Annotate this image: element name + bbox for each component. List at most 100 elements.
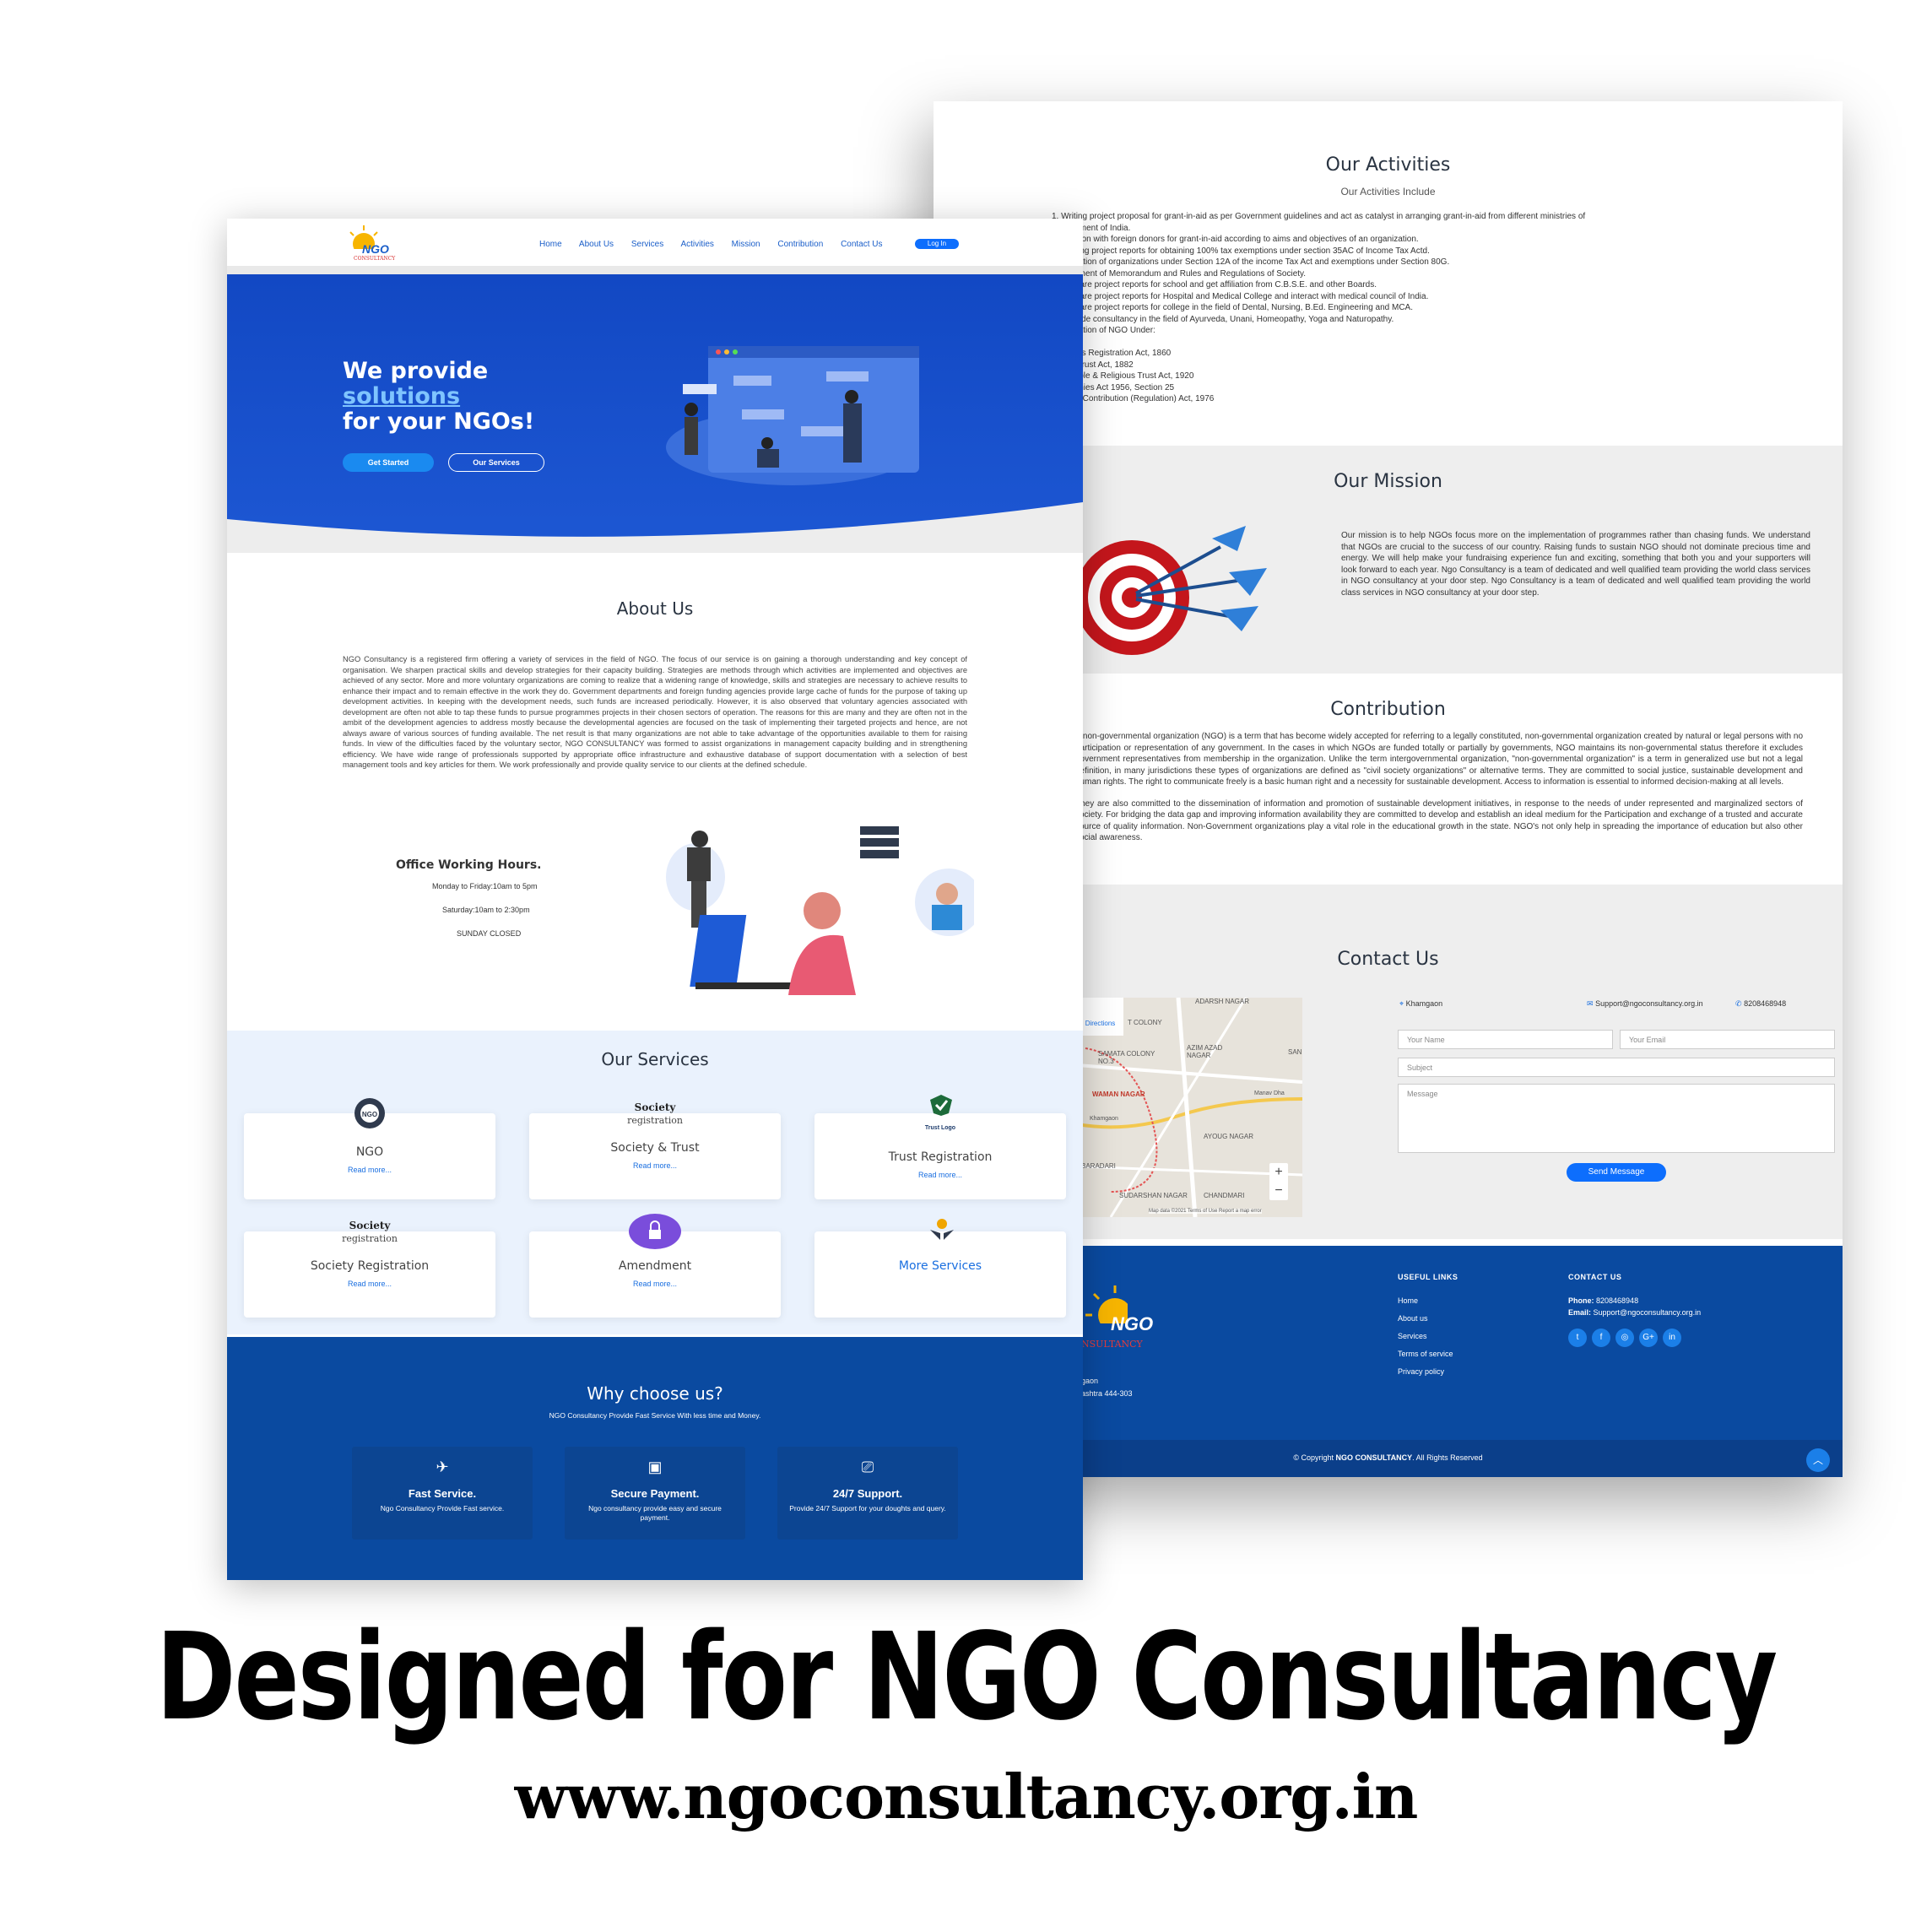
read-more-link[interactable]: Read more... [529,1161,781,1170]
twitter-icon[interactable]: t [1568,1329,1587,1347]
contact-us-title: CONTACT US [1568,1273,1622,1281]
service-card-trust-registration[interactable]: Trust Logo Trust Registration Read more.… [814,1095,1066,1199]
website-url: www.ngoconsultancy.org.in [514,1761,1419,1832]
footer-link-privacy[interactable]: Privacy policy [1398,1367,1458,1376]
ngo-hands-icon: NGO [354,1098,385,1128]
zoom-in-button[interactable]: + [1269,1163,1288,1182]
login-button[interactable]: Log In [915,239,959,249]
logo-text: NGO [362,242,389,256]
address-line: ashtra 444-303 [1081,1389,1133,1398]
phone-item: ✆ 8208468948 [1735,999,1786,1009]
footer-link-about[interactable]: About us [1398,1314,1458,1323]
subject-input[interactable]: Subject [1398,1058,1835,1077]
google-map[interactable]: Directions ADARSH NAGAR T COLONY AZIM AZ… [1077,998,1302,1217]
activity-item: Charitable & Religious Trust Act, 1920 [1052,371,1194,381]
why-secure-payment: ▣ Secure Payment. Ngo consultancy provid… [565,1447,745,1540]
hero-title: We provide solutions for your NGOs! [343,359,534,435]
service-card-amendment[interactable]: Amendment Read more... [529,1214,781,1318]
why-item-title: 24/7 Support. [832,1487,903,1500]
airplane-icon: ✈ [436,1458,449,1475]
society-logo-icon: Society [634,1101,676,1113]
address-line: gaon [1081,1377,1099,1385]
nav-home[interactable]: Home [539,240,562,249]
email-text: Support@ngoconsultancy.org.in [1595,999,1703,1008]
activity-item: To provide consultancy in the field of A… [1052,314,1394,324]
card-title: Amendment [618,1259,692,1273]
activity-item: Designing project reports for obtaining … [1052,246,1430,256]
why-item-desc: Ngo Consultancy Provide Fast service. [380,1504,505,1513]
envelope-icon: ✉ [1587,999,1594,1008]
contribution-paragraph: They are also committed to the dissemina… [1075,798,1803,843]
facebook-icon[interactable]: f [1592,1329,1610,1347]
read-more-link[interactable]: Read more... [529,1280,781,1288]
zoom-out-button[interactable]: − [1269,1182,1288,1200]
service-card-ngo[interactable]: NGO NGO Read more... [244,1098,495,1199]
phone-text: 8208468948 [1744,999,1787,1008]
nav-mission[interactable]: Mission [732,240,760,249]
location-item: ⌖ Khamgaon [1399,999,1442,1009]
activity-item: Societies Registration Act, 1860 [1052,349,1172,358]
send-message-button[interactable]: Send Message [1567,1163,1666,1182]
service-card-more-services[interactable]: More Services [814,1219,1066,1318]
nav-activities[interactable]: Activities [680,240,713,249]
footer-email: Support@ngoconsultancy.org.in [1593,1308,1702,1317]
read-more-link[interactable]: Read more... [814,1171,1066,1179]
read-more-link[interactable]: Read more... [244,1166,495,1174]
trust-shield-icon [930,1095,952,1116]
nav-services[interactable]: Services [631,240,663,249]
useful-links: USEFUL LINKS Home About us Services Term… [1398,1273,1458,1376]
activity-item: Indian Trust Act, 1882 [1052,360,1134,370]
hours-weekday: Monday to Friday:10am to 5pm [432,882,538,890]
activity-item: Foreign Contribution (Regulation) Act, 1… [1052,394,1215,403]
card-title: Society & Trust [610,1141,700,1155]
activity-item: Interaction with foreign donors for gran… [1052,235,1419,244]
our-services-button[interactable]: Our Services [448,453,544,472]
service-card-society-trust[interactable]: Society registration Society & Trust Rea… [529,1101,781,1199]
map-label: AZIM AZAD NAGAR [1187,1044,1223,1059]
society-logo-icon: Society [349,1220,391,1231]
activity-item: Companies Act 1956, Section 25 [1052,382,1175,392]
map-label: CHANDMARI [1204,1192,1245,1199]
map-label: SAN [1288,1048,1302,1056]
footer-logo-subtitle: NSULTANCY [1081,1339,1143,1350]
svg-text:NGO: NGO [362,1111,377,1118]
why-item-desc: Ngo consultancy provide easy and secure … [588,1504,722,1522]
directions-button[interactable]: Directions [1077,998,1123,1036]
registration-logo-text: registration [627,1115,683,1126]
card-title: Society Registration [310,1259,430,1273]
office-illustration [666,826,974,995]
location-icon: ⌖ [1399,999,1404,1008]
linkedin-icon[interactable]: in [1663,1329,1681,1347]
activity-item [1052,337,1693,349]
footer-link-services[interactable]: Services [1398,1332,1458,1340]
nav-contribution[interactable]: Contribution [777,240,823,249]
footer-link-terms[interactable]: Terms of service [1398,1350,1458,1358]
nav-about[interactable]: About Us [579,240,614,249]
google-plus-icon[interactable]: G+ [1639,1329,1658,1347]
email-input[interactable]: Your Email [1620,1030,1835,1049]
why-item-desc: Provide 24/7 Support for your doughts an… [789,1504,946,1513]
card-title[interactable]: More Services [814,1259,1066,1273]
email-label: Email: [1568,1308,1592,1317]
read-more-link[interactable]: Read more... [244,1280,495,1288]
service-card-society-registration[interactable]: Society registration Society Registratio… [244,1220,495,1318]
instagram-icon[interactable]: ◎ [1615,1329,1634,1347]
why-choose-section: Why choose us? NGO Consultancy Provide F… [227,1337,1083,1580]
footer-link-home[interactable]: Home [1398,1296,1458,1305]
activity-item: Government of India. [1052,223,1131,233]
phone-label: Phone: [1568,1296,1594,1305]
hours-title: Office Working Hours. [396,858,542,872]
get-started-button[interactable]: Get Started [343,453,434,472]
nav-contact[interactable]: Contact Us [841,240,882,249]
message-textarea[interactable]: Message [1398,1084,1835,1153]
name-input[interactable]: Your Name [1398,1030,1613,1049]
hero-highlight: solutions [343,383,461,409]
lock-icon [629,1214,681,1249]
back-to-top-button[interactable]: ︿ [1806,1448,1830,1472]
card-title: NGO [355,1145,384,1159]
registration-logo-text: registration [342,1233,398,1244]
map-zoom-control[interactable]: + − [1269,1163,1288,1200]
copyright-suffix: . All Rights Reserved [1412,1453,1483,1462]
useful-links-title: USEFUL LINKS [1398,1273,1458,1281]
footer-contact: CONTACT US Phone: 8208468948 Email: Supp… [1568,1273,1701,1347]
